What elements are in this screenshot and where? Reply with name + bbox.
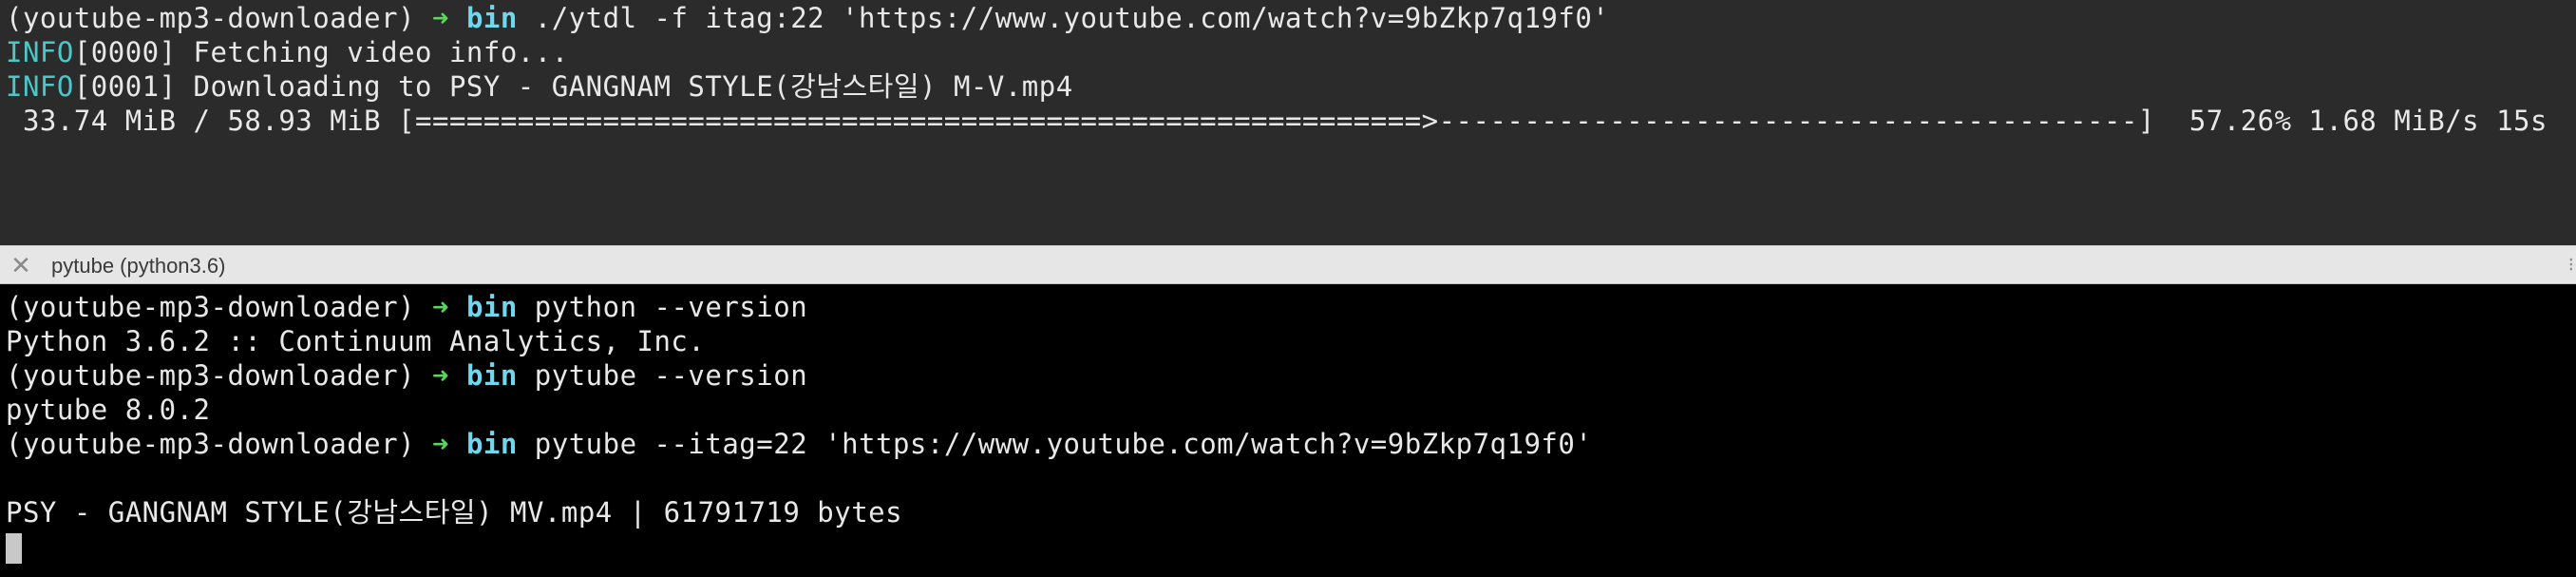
progress-text: 33.74 MiB / 58.93 MiB [=================…	[6, 105, 2548, 137]
prompt-arrow-icon: ➜	[432, 2, 449, 34]
terminal-pane-bottom[interactable]: (youtube-mp3-downloader) ➜ bin python --…	[0, 284, 2576, 577]
log-text: [0000] Fetching video info...	[73, 36, 569, 68]
download-progress-line: 33.74 MiB / 58.93 MiB [=================…	[6, 104, 2576, 138]
prompt-env: (youtube-mp3-downloader)	[6, 428, 416, 460]
prompt-dir: bin	[465, 291, 518, 323]
prompt-arrow-icon: ➜	[432, 359, 449, 392]
log-level: INFO	[6, 70, 74, 103]
output-text: PSY - GANGNAM STYLE(강남스타일) MV.mp4 | 6179…	[6, 496, 903, 529]
terminal-cursor	[6, 533, 22, 564]
command-text: pytube --itag=22 'https://www.youtube.co…	[534, 428, 1593, 460]
prompt-dir: bin	[465, 428, 518, 460]
terminal-line: INFO[0001] Downloading to PSY - GANGNAM …	[6, 69, 2576, 104]
terminal-line: PSY - GANGNAM STYLE(강남스타일) MV.mp4 | 6179…	[6, 495, 2576, 529]
prompt-arrow-icon: ➜	[432, 291, 449, 323]
terminal-pane-top[interactable]: (youtube-mp3-downloader) ➜ bin ./ytdl -f…	[0, 0, 2576, 245]
output-text: Python 3.6.2 :: Continuum Analytics, Inc…	[6, 325, 706, 357]
output-text: pytube 8.0.2	[6, 394, 211, 426]
drag-handle-icon[interactable]: ⁝	[2568, 246, 2574, 285]
terminal-line: pytube 8.0.2	[6, 393, 2576, 427]
terminal-line	[6, 529, 2576, 564]
prompt-dir: bin	[465, 359, 518, 392]
prompt-env: (youtube-mp3-downloader)	[6, 291, 416, 323]
prompt-env: (youtube-mp3-downloader)	[6, 359, 416, 392]
terminal-line: (youtube-mp3-downloader) ➜ bin python --…	[6, 290, 2576, 324]
prompt-dir: bin	[465, 2, 518, 34]
terminal-window: (youtube-mp3-downloader) ➜ bin ./ytdl -f…	[0, 0, 2576, 577]
terminal-line: (youtube-mp3-downloader) ➜ bin pytube --…	[6, 358, 2576, 393]
terminal-line: (youtube-mp3-downloader) ➜ bin pytube --…	[6, 427, 2576, 461]
pane-tab-bar: ✕ pytube (python3.6) ⁝	[0, 245, 2576, 284]
command-text: pytube --version	[534, 359, 808, 392]
prompt-arrow-icon: ➜	[432, 428, 449, 460]
command-text: python --version	[534, 291, 808, 323]
close-icon[interactable]: ✕	[9, 253, 32, 278]
terminal-output-top: (youtube-mp3-downloader) ➜ bin ./ytdl -f…	[0, 0, 2576, 138]
pane-title: pytube (python3.6)	[51, 254, 226, 278]
log-level: INFO	[6, 36, 74, 68]
command-text: ./ytdl -f itag:22 'https://www.youtube.c…	[534, 2, 1610, 34]
prompt-env: (youtube-mp3-downloader)	[6, 2, 416, 34]
terminal-line: (youtube-mp3-downloader) ➜ bin ./ytdl -f…	[6, 1, 2576, 35]
log-text: [0001] Downloading to PSY - GANGNAM STYL…	[73, 70, 1073, 103]
terminal-output-bottom: (youtube-mp3-downloader) ➜ bin python --…	[0, 284, 2576, 564]
terminal-line: Python 3.6.2 :: Continuum Analytics, Inc…	[6, 324, 2576, 358]
terminal-line: INFO[0000] Fetching video info...	[6, 35, 2576, 69]
